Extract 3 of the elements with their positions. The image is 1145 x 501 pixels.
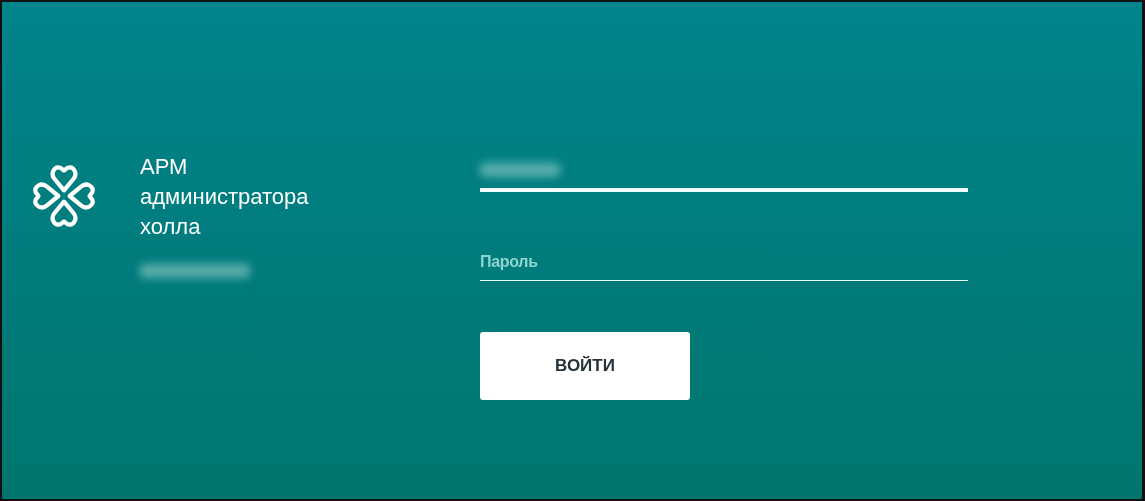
app-title: АРМ администратора холла xyxy=(140,153,309,241)
clover-hearts-logo-icon xyxy=(30,162,98,230)
login-button[interactable]: ВОЙТИ xyxy=(480,332,690,400)
